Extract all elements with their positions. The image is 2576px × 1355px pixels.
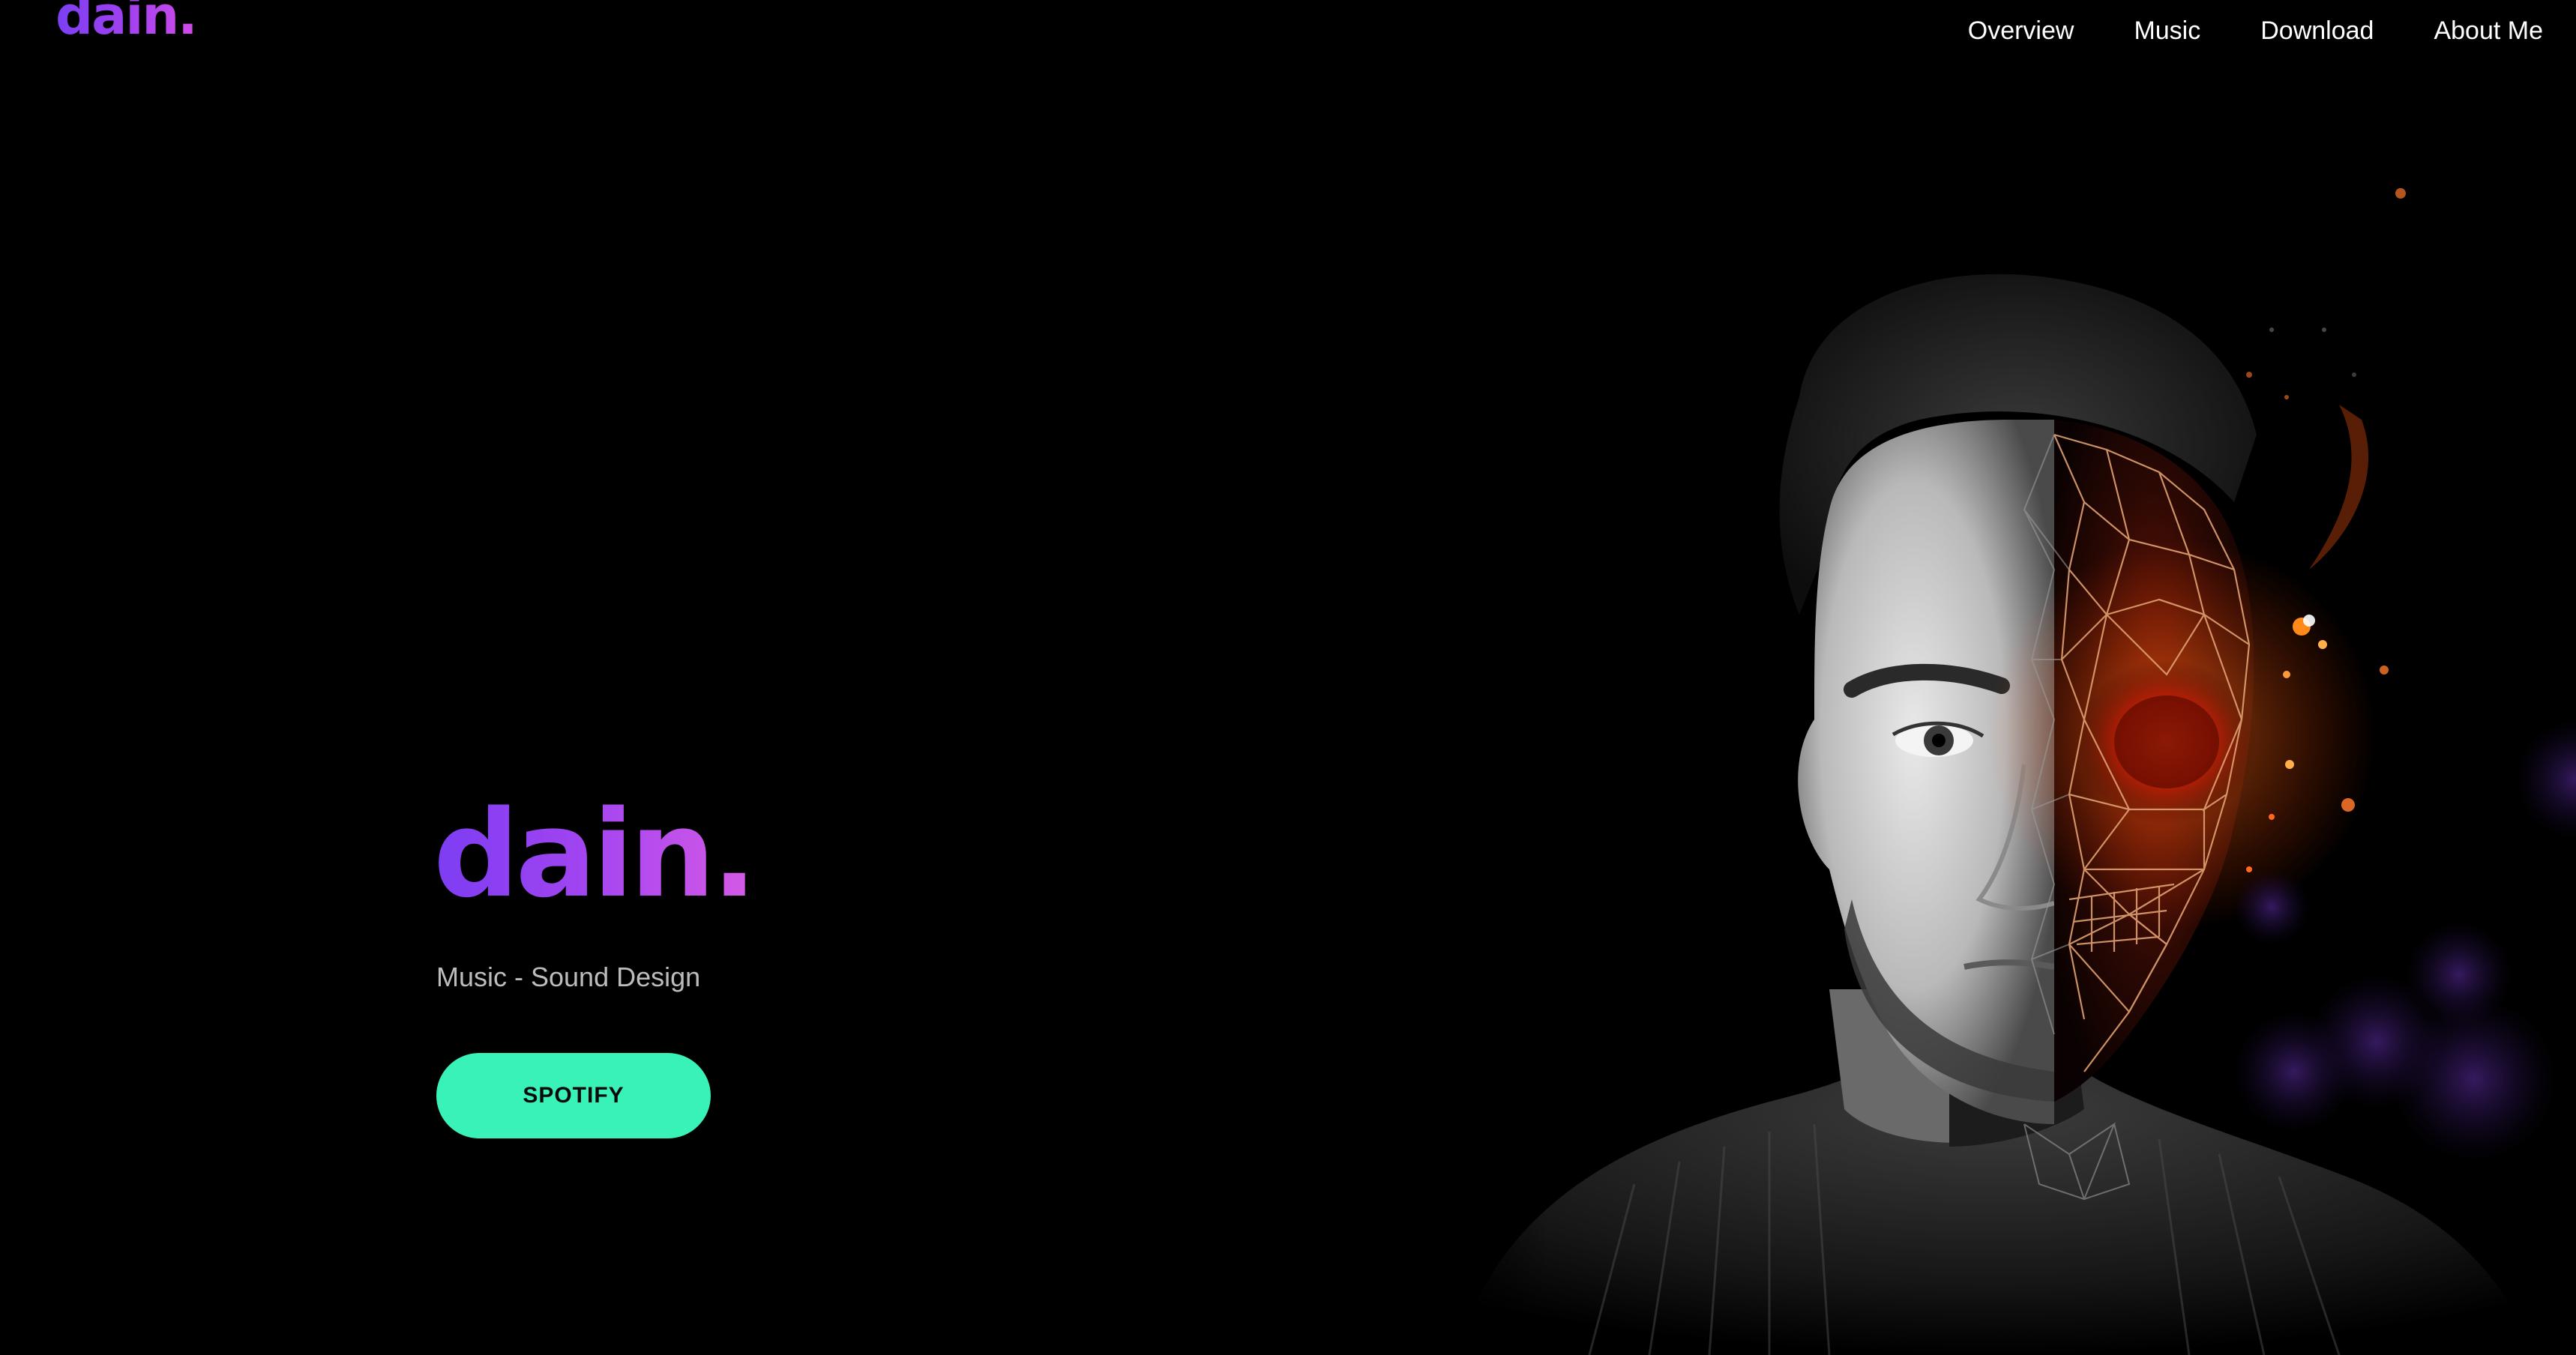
spotify-button[interactable]: SPOTIFY <box>436 1053 711 1138</box>
nav-about-me[interactable]: About Me <box>2434 15 2543 46</box>
nav-overview[interactable]: Overview <box>1968 15 2074 46</box>
hero-subtitle: Music - Sound Design <box>436 962 701 992</box>
nav-download[interactable]: Download <box>2260 15 2374 46</box>
nav-music[interactable]: Music <box>2134 15 2200 46</box>
portrait-wireframe-skull-image <box>1409 150 2576 1355</box>
hero-title: dain. <box>433 784 757 924</box>
header-logo[interactable]: dain. <box>55 0 198 42</box>
page: dain. Overview Music Download About Me d… <box>0 0 2576 1355</box>
main-nav: Overview Music Download About Me <box>1968 15 2543 46</box>
